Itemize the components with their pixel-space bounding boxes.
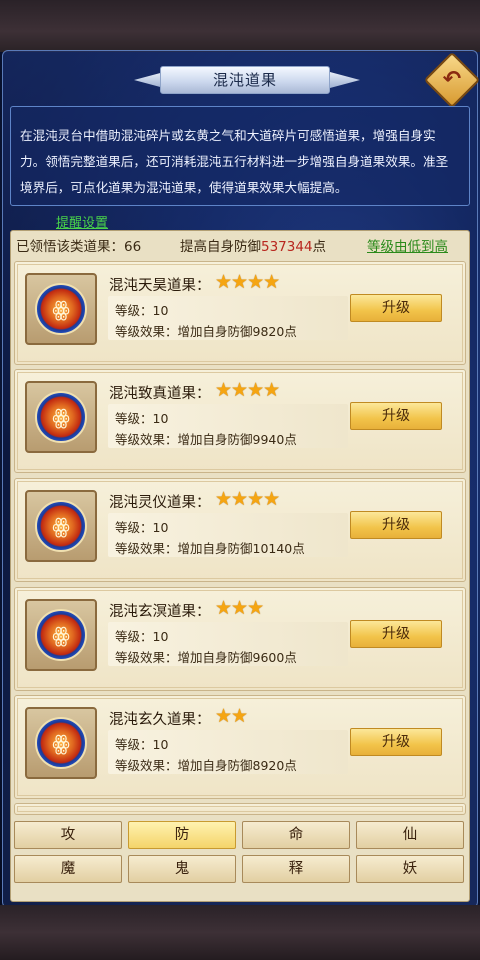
fruit-level: 等级：10 <box>115 303 169 318</box>
tab-immortal[interactable]: 仙 <box>356 821 464 849</box>
fruit-card: ꙮ 混沌玄溟道果： ★★★ 等级：10 等级效果：增加自身防御9600点 升级 <box>14 587 466 691</box>
sort-toggle[interactable]: 等级由低到高 <box>367 235 448 255</box>
chaos-orb-icon: ꙮ <box>35 283 87 335</box>
fruit-icon-frame[interactable]: ꙮ <box>25 273 97 345</box>
star-rating: ★★ <box>215 705 248 727</box>
top-bar <box>0 0 480 52</box>
tab-buddha[interactable]: 释 <box>242 855 350 883</box>
fruit-card: ꙮ 混沌灵仪道果： ★★★★ 等级：10 等级效果：增加自身防御10140点 升… <box>14 478 466 582</box>
tab-monster[interactable]: 妖 <box>356 855 464 883</box>
fruit-icon-frame[interactable]: ꙮ <box>25 707 97 779</box>
fruit-icon-frame[interactable]: ꙮ <box>25 490 97 562</box>
star-rating: ★★★★ <box>215 488 280 510</box>
tab-demon[interactable]: 魔 <box>14 855 122 883</box>
bottom-bar <box>0 905 480 960</box>
fruit-name: 混沌灵仪道果： <box>109 495 211 511</box>
fruit-level: 等级：10 <box>115 520 169 535</box>
fruit-effect: 等级效果：增加自身防御10140点 <box>115 541 305 556</box>
upgrade-button[interactable]: 升级 <box>350 294 442 322</box>
fruit-card: ꙮ 混沌玄久道果： ★★ 等级：10 等级效果：增加自身防御8920点 升级 <box>14 695 466 799</box>
star-rating: ★★★ <box>215 597 264 619</box>
star-rating: ★★★★ <box>215 271 280 293</box>
reminder-settings-link[interactable]: 提醒设置 <box>56 212 108 231</box>
fruit-effect: 等级效果：增加自身防御9600点 <box>115 650 297 665</box>
fruit-card-partial <box>14 803 466 815</box>
fruit-level: 等级：10 <box>115 411 169 426</box>
upgrade-button[interactable]: 升级 <box>350 511 442 539</box>
fruit-effect: 等级效果：增加自身防御9820点 <box>115 324 297 339</box>
chaos-orb-icon: ꙮ <box>35 609 87 661</box>
upgrade-button[interactable]: 升级 <box>350 620 442 648</box>
fruit-card: ꙮ 混沌致真道果： ★★★★ 等级：10 等级效果：增加自身防御9940点 升级 <box>14 369 466 473</box>
fruit-level: 等级：10 <box>115 737 169 752</box>
fruit-name: 混沌玄溟道果： <box>109 604 211 620</box>
page-title: 混沌道果 <box>160 66 330 94</box>
fruit-icon-frame[interactable]: ꙮ <box>25 599 97 671</box>
chaos-orb-icon: ꙮ <box>35 717 87 769</box>
fruit-name: 混沌致真道果： <box>109 386 211 402</box>
fruit-effect: 等级效果：增加自身防御9940点 <box>115 432 297 447</box>
star-rating: ★★★★ <box>215 379 280 401</box>
upgrade-button[interactable]: 升级 <box>350 728 442 756</box>
fruit-card: ꙮ 混沌天昊道果： ★★★★ 等级：10 等级效果：增加自身防御9820点 升级 <box>14 261 466 365</box>
back-arrow-icon[interactable]: ↶ <box>434 62 470 98</box>
comprehended-count: 已领悟该类道果：66 <box>16 239 142 255</box>
fruit-level: 等级：10 <box>115 629 169 644</box>
chaos-orb-icon: ꙮ <box>35 500 87 552</box>
tab-ghost[interactable]: 鬼 <box>128 855 236 883</box>
tab-attack[interactable]: 攻 <box>14 821 122 849</box>
tab-defense[interactable]: 防 <box>128 821 236 849</box>
chaos-orb-icon: ꙮ <box>35 391 87 443</box>
fruit-effect: 等级效果：增加自身防御8920点 <box>115 758 297 773</box>
fruit-name: 混沌天昊道果： <box>109 278 211 294</box>
defense-bonus: 提高自身防御537344点 <box>180 239 327 255</box>
fruit-icon-frame[interactable]: ꙮ <box>25 381 97 453</box>
tab-life[interactable]: 命 <box>242 821 350 849</box>
upgrade-button[interactable]: 升级 <box>350 402 442 430</box>
fruit-name: 混沌玄久道果： <box>109 712 211 728</box>
description-text: 在混沌灵台中借助混沌碎片或玄黄之气和大道碎片可感悟道果，增强自身实力。领悟完整道… <box>10 106 470 206</box>
